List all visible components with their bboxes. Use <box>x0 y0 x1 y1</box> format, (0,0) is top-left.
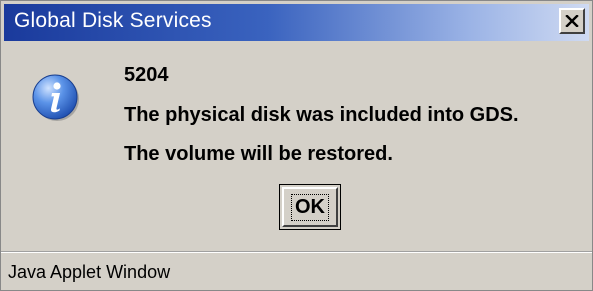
title-bar[interactable]: Global Disk Services <box>4 4 589 41</box>
close-icon <box>565 15 579 27</box>
info-icon <box>32 74 79 121</box>
ok-button-face[interactable]: OK <box>282 187 338 227</box>
close-button[interactable] <box>559 8 585 34</box>
message-line-2: The volume will be restored. <box>124 143 393 165</box>
message-code: 5204 <box>124 64 169 86</box>
ok-button[interactable]: OK <box>279 184 341 230</box>
ok-button-label: OK <box>291 193 329 221</box>
window-title: Global Disk Services <box>14 9 212 32</box>
status-bar: Java Applet Window <box>1 252 592 291</box>
status-text: Java Applet Window <box>8 262 171 282</box>
dialog-window: Global Disk Services 5204 The physical d… <box>0 0 593 291</box>
message-line-1: The physical disk was included into GDS. <box>124 104 519 126</box>
